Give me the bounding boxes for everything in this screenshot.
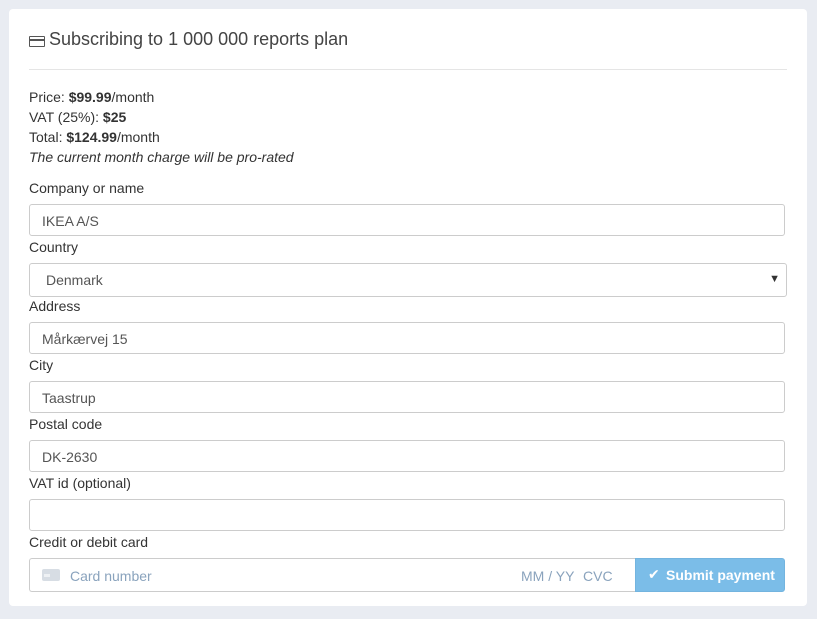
subscription-card: Subscribing to 1 000 000 reports plan Pr…: [9, 9, 807, 606]
credit-card-icon: [29, 36, 45, 47]
company-label: Company or name: [29, 180, 145, 196]
company-input[interactable]: IKEA A/S: [29, 204, 785, 236]
prorate-note: The current month charge will be pro-rat…: [29, 149, 294, 165]
card-number-input[interactable]: Card number: [70, 568, 152, 584]
vat-value: $25: [102, 109, 127, 125]
country-selected-value: Denmark: [46, 272, 103, 288]
card-expiry-input[interactable]: MM / YY: [521, 568, 574, 584]
submit-payment-label: Submit payment: [666, 567, 775, 583]
country-label: Country: [29, 239, 79, 255]
vat-line: VAT (25%): $25: [29, 107, 294, 127]
check-icon: ✔: [648, 566, 660, 582]
card-label: Credit or debit card: [29, 534, 149, 550]
vat-id-input[interactable]: [29, 499, 785, 531]
total-value: $124.99: [66, 129, 117, 145]
city-label: City: [29, 357, 54, 373]
total-label: Total:: [29, 129, 67, 145]
vat-label: VAT (25%):: [29, 109, 103, 125]
price-label: Price:: [29, 89, 69, 105]
postal-label: Postal code: [29, 416, 103, 432]
pricing-summary: Price: $99.99/month VAT (25%): $25 Total…: [29, 87, 294, 167]
card-element[interactable]: Card number MM / YY CVC: [29, 558, 635, 592]
chevron-down-icon: ▼: [769, 273, 780, 285]
vat-id-label: VAT id (optional): [29, 475, 131, 491]
total-suffix: /month: [116, 129, 160, 145]
country-select[interactable]: Denmark ▼: [29, 263, 787, 297]
address-input[interactable]: Mårkærvej 15: [29, 322, 785, 354]
card-cvc-input[interactable]: CVC: [583, 568, 613, 584]
price-suffix: /month: [111, 89, 155, 105]
price-line: Price: $99.99/month: [29, 87, 294, 107]
postal-input[interactable]: DK-2630: [29, 440, 785, 472]
city-input[interactable]: Taastrup: [29, 381, 785, 413]
page-title: Subscribing to 1 000 000 reports plan: [49, 29, 349, 49]
total-line: Total: $124.99/month: [29, 127, 294, 147]
header: Subscribing to 1 000 000 reports plan: [29, 29, 787, 70]
price-value: $99.99: [68, 89, 112, 105]
submit-payment-button[interactable]: ✔ Submit payment: [635, 558, 785, 592]
address-label: Address: [29, 298, 81, 314]
card-brand-icon: [42, 569, 60, 581]
